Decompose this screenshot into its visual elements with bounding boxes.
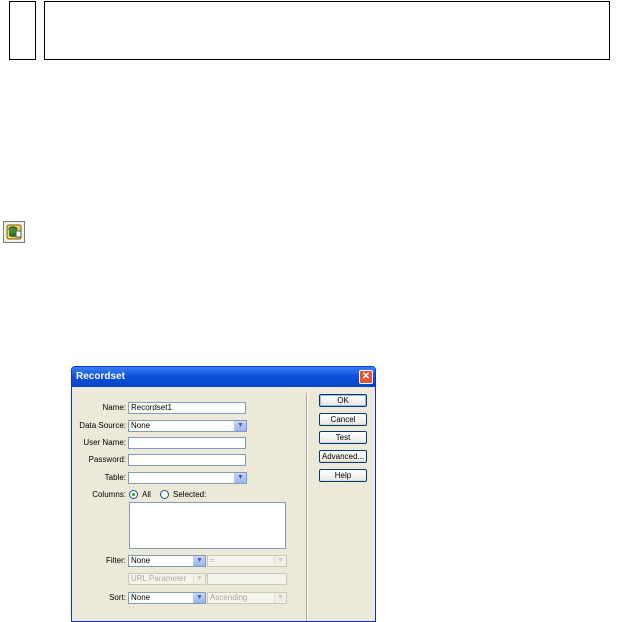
chevron-down-icon[interactable]: ▼ — [234, 421, 246, 431]
help-button[interactable]: Help — [319, 469, 367, 482]
close-button[interactable]: ✕ — [359, 370, 373, 384]
sort-order-value: Ascending — [210, 593, 248, 602]
chevron-down-icon[interactable]: ▼ — [193, 556, 205, 566]
name-label: Name: — [102, 403, 126, 412]
filter-operator-select[interactable]: = ▼ — [207, 555, 287, 567]
sort-order-select[interactable]: Ascending ▼ — [207, 592, 287, 604]
chevron-down-icon: ▼ — [274, 593, 286, 603]
filter-value-input[interactable] — [207, 573, 287, 585]
ok-button[interactable]: OK — [319, 394, 367, 407]
empty-cell-left — [9, 1, 36, 60]
password-label: Password: — [88, 455, 126, 464]
columns-list[interactable] — [129, 502, 286, 549]
columns-all-label: All — [142, 490, 151, 499]
cancel-button[interactable]: Cancel — [319, 413, 367, 426]
data-source-value: None — [131, 421, 151, 430]
filter-label: Filter: — [106, 556, 126, 565]
password-input[interactable] — [128, 454, 246, 466]
data-source-select[interactable]: None ▼ — [128, 420, 247, 432]
chevron-down-icon[interactable]: ▼ — [193, 593, 205, 603]
name-input[interactable]: Recordset1 — [128, 402, 246, 414]
sort-label: Sort: — [109, 593, 126, 602]
columns-all-radio[interactable] — [129, 490, 138, 499]
empty-cell-right — [44, 1, 610, 60]
dialog-title: Recordset — [72, 367, 375, 387]
user-name-input[interactable] — [128, 437, 246, 449]
recordset-icon[interactable] — [3, 221, 25, 243]
table-select[interactable]: ▼ — [128, 472, 247, 484]
columns-selected-radio[interactable] — [160, 490, 169, 499]
recordset-dialog: Recordset ✕ Name: Recordset1 Data Source… — [71, 366, 376, 622]
filter-param-value: URL Parameter — [131, 574, 187, 583]
test-button[interactable]: Test — [319, 431, 367, 444]
filter-column-select[interactable]: None ▼ — [128, 555, 206, 567]
sort-column-value: None — [131, 593, 151, 602]
filter-param-select[interactable]: URL Parameter ▼ — [128, 573, 206, 585]
columns-selected-label: Selected: — [173, 490, 207, 499]
filter-operator-value: = — [210, 556, 215, 565]
chevron-down-icon: ▼ — [274, 556, 286, 566]
advanced-button[interactable]: Advanced... — [319, 450, 367, 463]
data-source-label: Data Source: — [79, 421, 126, 430]
columns-label: Columns: — [92, 490, 126, 499]
vertical-divider — [306, 393, 308, 621]
filter-column-value: None — [131, 556, 151, 565]
chevron-down-icon: ▼ — [193, 574, 205, 584]
user-name-label: User Name: — [83, 438, 126, 447]
chevron-down-icon[interactable]: ▼ — [234, 473, 246, 483]
table-label: Table: — [104, 473, 126, 482]
sort-column-select[interactable]: None ▼ — [128, 592, 206, 604]
